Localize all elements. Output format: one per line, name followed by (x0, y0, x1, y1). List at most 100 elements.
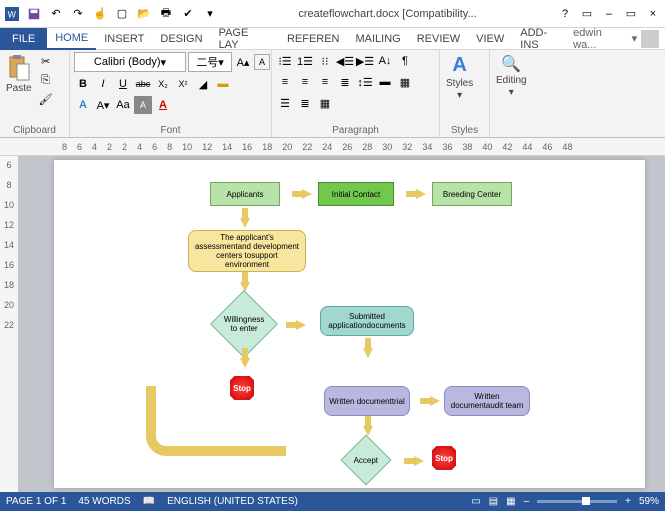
format-painter-icon[interactable]: 🖌 (37, 90, 55, 108)
account-area[interactable]: edwin wa... ▾ (573, 27, 665, 51)
char-shading-icon[interactable]: A (134, 96, 152, 114)
web-layout-icon[interactable]: ▦ (506, 496, 515, 507)
grow-font-icon[interactable]: A▴ (234, 53, 252, 71)
tab-mailing[interactable]: MAILING (348, 28, 409, 50)
tab-design[interactable]: DESIGN (152, 28, 210, 50)
paste-button[interactable]: Paste (4, 52, 34, 96)
tab-home[interactable]: HOME (47, 28, 96, 50)
tab-review[interactable]: REVIEW (409, 28, 468, 50)
stop-sign[interactable]: Stop (430, 444, 458, 472)
minimize-button[interactable]: – (599, 4, 619, 24)
font-name-combo[interactable]: Calibri (Body)▾ (74, 52, 186, 72)
account-dropdown-icon: ▾ (632, 32, 638, 45)
box-written-trial[interactable]: Written documenttrial (324, 386, 410, 416)
document-title: createflowchart.docx [Compatibility... (220, 8, 555, 20)
subscript-button[interactable]: X₂ (154, 75, 172, 93)
shading-icon[interactable]: ▬ (376, 73, 394, 91)
styles-label: Styles (440, 125, 489, 136)
tab-page-layout[interactable]: PAGE LAY (211, 28, 279, 50)
cut-icon[interactable]: ✂ (37, 52, 55, 70)
arrow-icon (363, 348, 373, 358)
change-case-button[interactable]: Aa (114, 96, 132, 114)
chevron-down-icon: ▾ (161, 56, 167, 69)
font-size-combo[interactable]: 二号▾ (188, 52, 232, 72)
arrow-icon (430, 396, 440, 406)
tab-view[interactable]: VIEW (468, 28, 512, 50)
horizontal-ruler[interactable]: 8642246810121416182022242628303234363840… (0, 138, 665, 156)
tab-addins[interactable]: ADD-INS (512, 28, 573, 50)
help-icon[interactable]: ? (555, 4, 575, 24)
align-right-icon[interactable]: ≡ (316, 73, 334, 91)
line-spacing-icon[interactable]: ↕☰ (356, 73, 374, 91)
close-button[interactable]: × (643, 4, 663, 24)
customize-qat-icon[interactable]: ▾ (200, 4, 220, 24)
zoom-slider[interactable] (537, 500, 617, 503)
align-center-icon[interactable]: ≡ (296, 73, 314, 91)
styles-button[interactable]: A Styles▾ (444, 52, 475, 103)
underline-button[interactable]: U (114, 75, 132, 93)
char-border-icon[interactable]: A (254, 54, 270, 70)
zoom-level[interactable]: 59% (639, 496, 659, 507)
zoom-out-icon[interactable]: – (524, 496, 530, 507)
align-left-icon[interactable]: ≡ (276, 73, 294, 91)
redo-icon[interactable]: ↷ (68, 4, 88, 24)
justify-icon[interactable]: ≣ (336, 73, 354, 91)
font-color-icon[interactable]: A (154, 96, 172, 114)
svg-text:W: W (8, 9, 17, 19)
spelling-icon[interactable]: ✔ (178, 4, 198, 24)
multilevel-icon[interactable]: ⁝⁝ (316, 52, 334, 70)
box-initial-contact[interactable]: Initial Contact (318, 182, 394, 206)
save-icon[interactable] (24, 4, 44, 24)
editing-button[interactable]: 🔍 Editing▾ (494, 52, 529, 100)
language-indicator[interactable]: ENGLISH (UNITED STATES) (167, 496, 298, 507)
bold-button[interactable]: B (74, 75, 92, 93)
distribute-icon[interactable]: ☰ (276, 94, 294, 112)
show-marks-icon[interactable]: ¶ (396, 52, 414, 70)
zoom-thumb[interactable] (582, 497, 590, 505)
vertical-ruler[interactable]: 6810121416182022 (0, 156, 18, 492)
quick-print-icon[interactable]: 🖶 (156, 4, 176, 24)
undo-icon[interactable]: ↶ (46, 4, 66, 24)
cell-alignment-icon[interactable]: ▦ (316, 94, 334, 112)
clear-format-icon[interactable]: ◢ (194, 75, 212, 93)
tab-insert[interactable]: INSERT (96, 28, 152, 50)
bullets-icon[interactable]: ⁝☰ (276, 52, 294, 70)
arrow-icon (240, 218, 250, 228)
tab-references[interactable]: REFEREN (279, 28, 348, 50)
increase-indent-icon[interactable]: ▶☰ (356, 52, 374, 70)
numbering-icon[interactable]: 1☰ (296, 52, 314, 70)
zoom-in-icon[interactable]: + (625, 496, 631, 507)
ribbon-options-icon[interactable]: ▭ (577, 4, 597, 24)
strike-button[interactable]: abc (134, 75, 152, 93)
superscript-button[interactable]: X² (174, 75, 192, 93)
page-indicator[interactable]: PAGE 1 OF 1 (6, 496, 66, 507)
arrow-icon (416, 189, 426, 199)
touch-mode-icon[interactable]: ☝ (90, 4, 110, 24)
decrease-indent-icon[interactable]: ◀☰ (336, 52, 354, 70)
open-icon[interactable]: 📂 (134, 4, 154, 24)
shrink-font-icon[interactable]: A▾ (94, 96, 112, 114)
proofing-icon[interactable]: 📖 (143, 496, 155, 507)
box-written-audit[interactable]: Written documentaudit team (444, 386, 530, 416)
word-count[interactable]: 45 WORDS (78, 496, 130, 507)
borders-icon[interactable]: ▦ (396, 73, 414, 91)
highlight-icon[interactable]: ▬ (214, 75, 232, 93)
file-tab[interactable]: FILE (0, 28, 47, 50)
box-applicants[interactable]: Applicants (210, 182, 280, 206)
sort-icon[interactable]: A↓ (376, 52, 394, 70)
box-assessment[interactable]: The applicant's assessmentand developmen… (188, 230, 306, 272)
copy-icon[interactable]: ⎘ (37, 71, 55, 89)
text-effects-icon[interactable]: A (74, 96, 92, 114)
box-breeding-center[interactable]: Breeding Center (432, 182, 512, 206)
box-submitted[interactable]: Submitted applicationdocuments (320, 306, 414, 336)
read-mode-icon[interactable]: ▭ (471, 496, 480, 507)
document-page[interactable]: Applicants Initial Contact Breeding Cent… (54, 160, 645, 488)
new-doc-icon[interactable]: ▢ (112, 4, 132, 24)
snap-icon[interactable]: ≣ (296, 94, 314, 112)
diamond-accept[interactable]: Accept (341, 435, 392, 486)
italic-button[interactable]: I (94, 75, 112, 93)
maximize-button[interactable]: ▭ (621, 4, 641, 24)
arrow-icon (302, 189, 312, 199)
print-layout-icon[interactable]: ▤ (489, 496, 498, 507)
ribbon-tabs: FILE HOME INSERT DESIGN PAGE LAY REFEREN… (0, 28, 665, 50)
